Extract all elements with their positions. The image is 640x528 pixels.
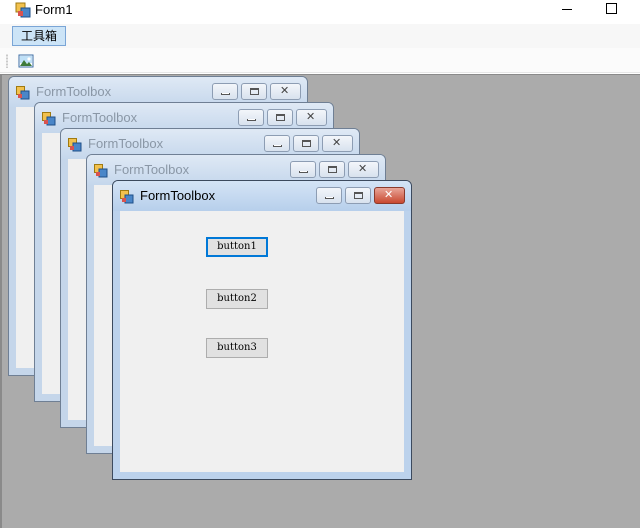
child-title: FormToolbox xyxy=(36,84,112,99)
form-icon xyxy=(94,164,108,178)
child-maximize-button[interactable] xyxy=(319,161,345,178)
maximize-icon xyxy=(302,140,311,147)
child-title: FormToolbox xyxy=(114,162,190,177)
maximize-icon xyxy=(250,88,259,95)
child-maximize-button[interactable] xyxy=(267,109,293,126)
close-icon: ✕ xyxy=(358,163,368,175)
menu-strip: 工具箱 xyxy=(0,24,640,48)
minimize-icon xyxy=(325,197,334,199)
close-icon: ✕ xyxy=(306,111,316,123)
button1[interactable]: button1 xyxy=(206,237,268,257)
app-icon xyxy=(15,2,31,18)
child-maximize-button[interactable] xyxy=(293,135,319,152)
close-icon: ✕ xyxy=(332,137,342,149)
child-maximize-button[interactable] xyxy=(241,83,267,100)
form-icon xyxy=(68,138,82,152)
child-close-button[interactable]: ✕ xyxy=(296,109,327,126)
child-close-button[interactable]: ✕ xyxy=(322,135,353,152)
maximize-icon xyxy=(354,192,363,199)
child-title: FormToolbox xyxy=(140,188,216,203)
main-title-bar: Form1 xyxy=(0,0,640,24)
child-minimize-button[interactable] xyxy=(264,135,290,152)
child-maximize-button[interactable] xyxy=(345,187,371,204)
form-icon xyxy=(120,190,134,204)
toolstrip-grip[interactable] xyxy=(6,54,8,68)
close-icon: ✕ xyxy=(280,85,290,97)
close-icon: ✕ xyxy=(384,189,394,201)
image-icon[interactable] xyxy=(18,53,34,69)
maximize-icon xyxy=(328,166,337,173)
maximize-button[interactable] xyxy=(590,0,636,22)
child-minimize-button[interactable] xyxy=(238,109,264,126)
window-title: Form1 xyxy=(35,2,73,17)
child-close-button[interactable]: ✕ xyxy=(270,83,301,100)
button2[interactable]: button2 xyxy=(206,289,268,309)
child-caption[interactable]: FormToolbox ✕ xyxy=(113,181,411,211)
child-minimize-button[interactable] xyxy=(290,161,316,178)
child-close-button[interactable]: ✕ xyxy=(374,187,405,204)
minimize-icon xyxy=(299,171,308,173)
minimize-button[interactable] xyxy=(544,0,590,22)
form-icon xyxy=(16,86,30,100)
menu-item-toolbox[interactable]: 工具箱 xyxy=(12,26,67,46)
button3[interactable]: button3 xyxy=(206,338,268,358)
minimize-icon xyxy=(247,119,256,121)
child-window-active[interactable]: FormToolbox ✕ button1 button2 button3 xyxy=(112,180,412,480)
child-close-button[interactable]: ✕ xyxy=(348,161,379,178)
child-title: FormToolbox xyxy=(62,110,138,125)
child-minimize-button[interactable] xyxy=(316,187,342,204)
form-icon xyxy=(42,112,56,126)
child-client-area: button1 button2 button3 xyxy=(120,211,404,472)
maximize-icon xyxy=(276,114,285,121)
child-title: FormToolbox xyxy=(88,136,164,151)
minimize-icon xyxy=(273,145,282,147)
minimize-icon xyxy=(221,93,230,95)
tool-strip xyxy=(0,48,640,73)
child-minimize-button[interactable] xyxy=(212,83,238,100)
